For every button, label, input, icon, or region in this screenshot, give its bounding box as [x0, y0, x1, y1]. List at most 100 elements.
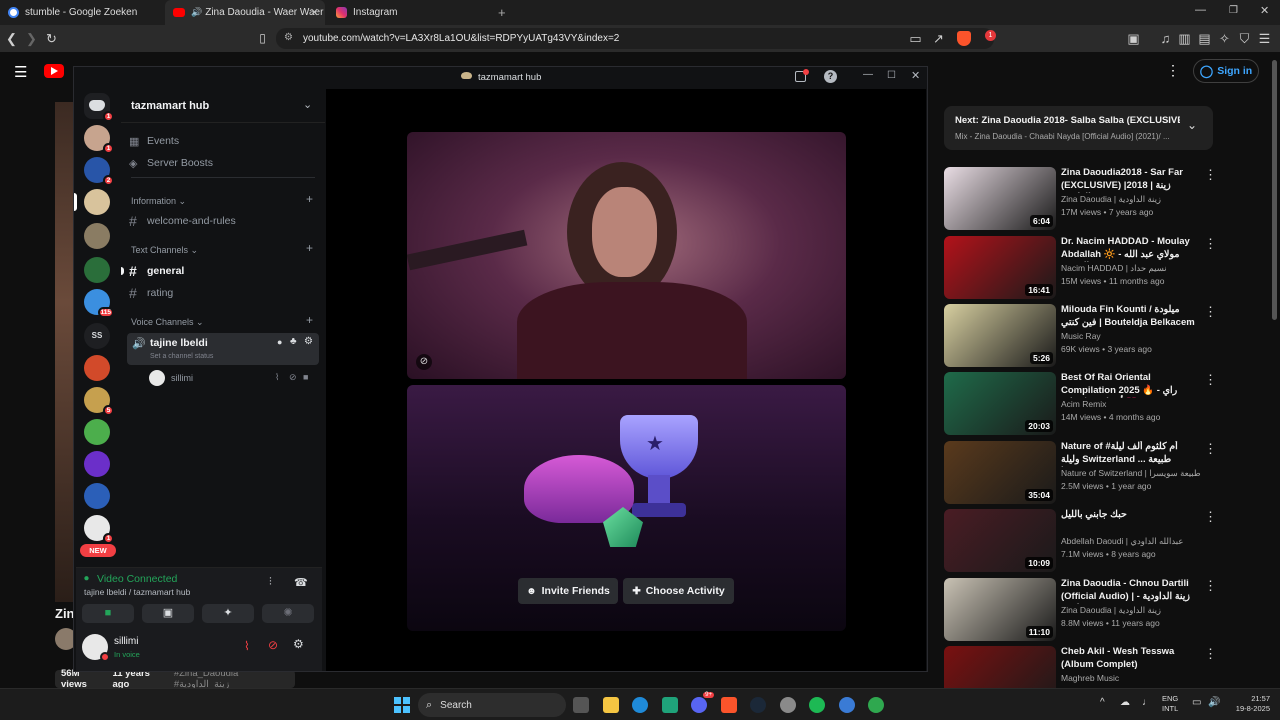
user-avatar[interactable] [82, 634, 110, 662]
maximize-icon[interactable]: ☐ [887, 70, 896, 81]
channel-general[interactable]: # general [129, 261, 317, 281]
video-title[interactable]: حبك جابني بالليل [1061, 509, 1196, 522]
language-indicator[interactable]: ENG INTL [1162, 694, 1178, 714]
share-icon[interactable]: ↗ [930, 30, 947, 47]
deafen-icon[interactable]: ⊘ [268, 638, 278, 652]
back-icon[interactable]: ❮ [3, 30, 20, 47]
screen-share-button[interactable]: ▣ [142, 604, 194, 623]
stream-muted-icon[interactable]: ⊘ [416, 354, 432, 370]
voice-channel-tajine-lbeldi[interactable]: 🔊 tajine lbeldi Set a channel status ● ♣… [127, 333, 319, 365]
reload-icon[interactable]: ↻ [43, 30, 60, 47]
cast-icon[interactable]: ▭ [907, 30, 924, 47]
edge-icon[interactable] [632, 697, 648, 713]
more-options-icon[interactable]: ⋮ [1204, 441, 1217, 457]
xbox-icon[interactable] [662, 697, 678, 713]
close-tab-icon[interactable]: ✕ [310, 6, 319, 19]
channel-name[interactable]: Maghreb Music [1061, 673, 1201, 683]
vpn-icon[interactable]: ⛉ [1236, 30, 1253, 47]
invite-member-icon[interactable]: ♣ [290, 336, 297, 347]
start-icon[interactable] [394, 697, 410, 713]
volume-icon[interactable]: 🔊 [1208, 697, 1220, 708]
channel-name[interactable]: Zina Daoudia | زينة الداودية [1061, 194, 1201, 205]
add-channel-icon[interactable]: + [306, 241, 313, 255]
camera-button[interactable]: ■ [82, 604, 134, 623]
server-avatar[interactable] [84, 419, 110, 445]
video-title[interactable]: Nature of #أم كلثوم ألف ليلة وليلة Switz… [1061, 441, 1196, 467]
file-explorer-icon[interactable] [603, 697, 619, 713]
events-item[interactable]: ▦ Events [129, 131, 317, 151]
tab-youtube[interactable]: 🔊 Zina Daoudia - Waer Waer (C ✕ [165, 0, 325, 25]
category-text-channels[interactable]: Text Channels ⌄ [131, 245, 198, 256]
channel-rating[interactable]: # rating [129, 283, 317, 303]
invite-friends-button[interactable]: ☻ Invite Friends [518, 578, 618, 604]
microphone-icon[interactable]: ♩ [1142, 697, 1152, 708]
channel-welcome-and-rules[interactable]: # welcome-and-rules [129, 211, 317, 231]
more-options-icon[interactable]: ⋮ [1204, 304, 1217, 320]
next-up-panel[interactable]: Next: Zina Daoudia 2018- Salba Salba (EX… [944, 106, 1213, 150]
settings-gear-icon[interactable]: ⚙ [304, 336, 313, 347]
tab-instagram[interactable]: Instagram [328, 0, 488, 25]
soundboard-button[interactable]: ✺ [262, 604, 314, 623]
more-options-icon[interactable]: ⋮ [1166, 62, 1180, 79]
restore-window-icon[interactable]: ❐ [1229, 5, 1238, 16]
choose-activity-button[interactable]: ✚ Choose Activity [623, 578, 734, 604]
add-channel-icon[interactable]: + [306, 313, 313, 327]
sidebar-toggle-icon[interactable]: ▣ [1125, 30, 1142, 47]
network-icon[interactable]: ▭ [1192, 697, 1201, 708]
more-options-icon[interactable]: ⋮ [1204, 646, 1217, 662]
vpn-taskbar-icon[interactable] [839, 697, 855, 713]
server-avatar[interactable] [84, 223, 110, 249]
cloud-icon[interactable]: ☁ [1120, 697, 1130, 708]
server-boosts-item[interactable]: ◈ Server Boosts [129, 153, 317, 173]
recommendation-card[interactable]: 10:09 حبك جابني بالليل Abdellah Daoudi | ع… [944, 509, 1217, 575]
page-scrollbar[interactable] [1272, 60, 1277, 320]
video-thumbnail[interactable]: 5:26 [944, 304, 1056, 367]
noise-suppression-icon[interactable]: ⫶ [269, 576, 272, 589]
recommendation-card[interactable]: 16:41 Dr. Nacim HADDAD - Moulay Abdallah … [944, 236, 1217, 302]
reading-list-icon[interactable]: ▥ [1176, 30, 1193, 47]
server-avatar[interactable] [84, 257, 110, 283]
media-icon[interactable]: ♫ [1157, 30, 1174, 47]
more-options-icon[interactable]: ⋮ [1204, 372, 1217, 388]
channel-name[interactable]: Music Ray [1061, 331, 1201, 341]
channel-name[interactable]: Abdellah Daoudi | عبدالله الداودي [1061, 536, 1201, 547]
server-avatar-ss[interactable]: SS [84, 323, 110, 349]
youtube-logo-icon[interactable] [44, 64, 64, 78]
leo-ai-icon[interactable]: ✧ [1216, 30, 1233, 47]
chevron-down-icon[interactable]: ⌄ [1187, 118, 1197, 132]
chevron-up-icon[interactable]: ^ [1100, 697, 1105, 708]
video-title[interactable]: Zina Daoudia2018 - Sar Far (EXCLUSIVE) |… [1061, 167, 1196, 193]
tab-google-search[interactable]: stumble - Google Zoeken [0, 0, 163, 25]
hamburger-menu-icon[interactable]: ☰ [14, 63, 27, 81]
direct-messages-button[interactable]: 1 [84, 93, 114, 122]
more-options-icon[interactable]: ⋮ [1204, 509, 1217, 525]
more-options-icon[interactable]: ⋮ [1204, 578, 1217, 594]
server-avatar[interactable] [84, 355, 110, 381]
minimize-icon[interactable]: — [863, 69, 873, 80]
help-icon[interactable]: ? [824, 70, 837, 83]
video-thumbnail[interactable]: 10:09 [944, 509, 1056, 572]
category-voice-channels[interactable]: Voice Channels ⌄ [131, 317, 204, 328]
video-title[interactable]: Milouda Fin Kounti / ميلودة فين كنتي | B… [1061, 304, 1196, 330]
connection-location[interactable]: tajine lbeldi / tazmamart hub [84, 587, 190, 597]
channel-name[interactable]: Zina Daoudia | زينة الداودية [1061, 605, 1201, 616]
wallet-icon[interactable]: ▤ [1196, 30, 1213, 47]
menu-icon[interactable]: ☰ [1256, 30, 1273, 47]
more-options-icon[interactable]: ⋮ [1204, 236, 1217, 252]
server-avatar[interactable]: 5 [84, 387, 114, 416]
chat-bubble-icon[interactable]: ● [277, 337, 282, 347]
server-avatar-active[interactable] [84, 189, 110, 215]
steam-icon[interactable] [750, 697, 766, 713]
video-thumbnail[interactable]: 16:41 [944, 236, 1056, 299]
extension-badge[interactable]: 1 [985, 30, 996, 41]
server-avatar[interactable]: 2 [84, 157, 114, 186]
video-title[interactable]: Best Of Rai Oriental Compilation 2025 🔥 … [1061, 372, 1196, 398]
video-thumbnail[interactable]: 20:03 [944, 372, 1056, 435]
server-header[interactable]: tazmamart hub ⌄ [121, 89, 325, 123]
site-info-icon[interactable]: ⚙ [284, 32, 293, 43]
disconnect-icon[interactable]: ☎ [294, 576, 308, 589]
bookmark-icon[interactable]: ▯ [254, 30, 271, 47]
new-tab-button[interactable]: + [498, 5, 506, 20]
spotify-icon[interactable] [809, 697, 825, 713]
brave-icon[interactable] [721, 697, 737, 713]
